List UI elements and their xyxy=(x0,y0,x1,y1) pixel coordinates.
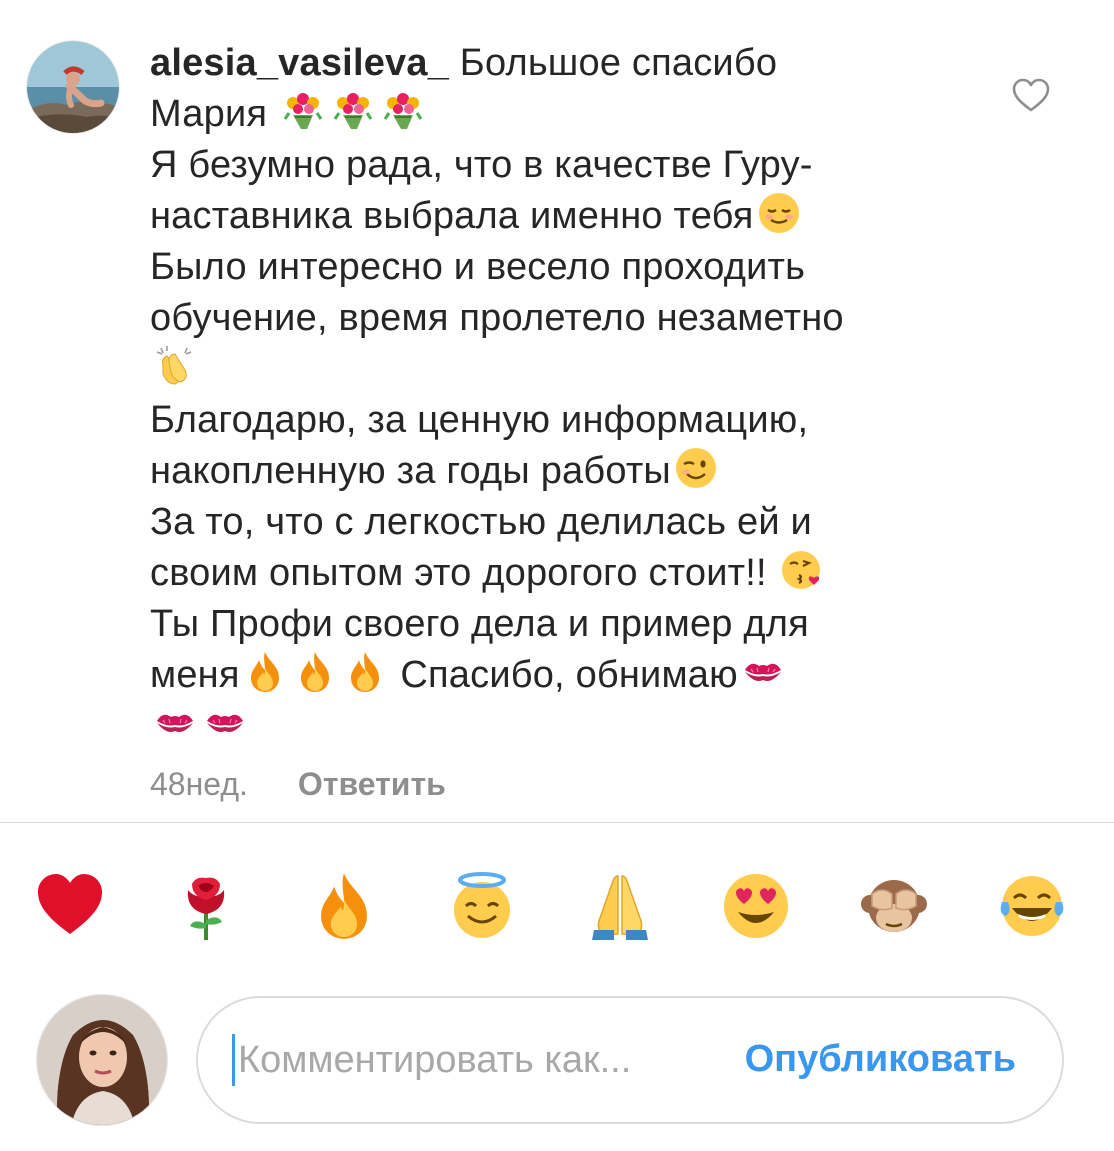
clapping-hands-icon xyxy=(153,344,197,388)
fire-icon xyxy=(293,650,337,694)
comment-meta: 48нед. Ответить xyxy=(150,766,446,803)
comment-line-5: Было интересно и весело проходить xyxy=(150,246,806,288)
comment-line-2: Мария xyxy=(150,89,970,140)
comment-text: alesia_vasileva_ Большое спасибо Мария Я… xyxy=(150,38,970,752)
divider xyxy=(0,822,1114,823)
publish-button[interactable]: Опубликовать xyxy=(745,1038,1016,1081)
quick-reactions-bar xyxy=(0,860,1114,950)
comment-line-7 xyxy=(150,344,970,395)
comment-line-8: Благодарю, за ценную информацию, xyxy=(150,399,809,441)
comment: alesia_vasileva_ Большое спасибо Мария Я… xyxy=(0,0,1114,820)
comment-line-4: наставника выбрала именно тебя xyxy=(150,191,970,242)
kiss-mark-icon xyxy=(203,701,247,745)
user-avatar[interactable] xyxy=(36,994,168,1126)
fire-icon[interactable] xyxy=(306,868,382,944)
comment-input[interactable] xyxy=(238,1034,708,1086)
comment-line-12: Ты Профи своего дела и пример для xyxy=(150,603,809,645)
smiling-face-with-halo-icon[interactable] xyxy=(444,868,520,944)
comment-line-10: За то, что с легкостью делилась ей и xyxy=(150,501,812,543)
kissing-face-with-heart-icon xyxy=(781,548,825,592)
comment-line-14 xyxy=(150,701,970,752)
kiss-mark-icon xyxy=(741,650,785,694)
comment-line-6: обучение, время пролетело незаметно xyxy=(150,297,844,339)
bouquet-icon xyxy=(381,89,425,133)
red-heart-icon[interactable] xyxy=(32,868,108,944)
fire-icon xyxy=(243,650,287,694)
relieved-face-icon xyxy=(757,191,801,235)
see-no-evil-monkey-icon[interactable] xyxy=(856,868,932,944)
heart-outline-icon[interactable] xyxy=(1012,78,1050,112)
reply-button[interactable]: Ответить xyxy=(298,766,446,803)
comment-line-13: меня Спасибо, обнимаю xyxy=(150,650,970,701)
comment-line-3: Я безумно рада, что в качестве Гуру- xyxy=(150,144,813,186)
comment-username[interactable]: alesia_vasileva_ xyxy=(150,42,449,84)
bouquet-icon xyxy=(331,89,375,133)
kiss-mark-icon xyxy=(153,701,197,745)
winking-face-icon xyxy=(674,446,718,490)
fire-icon xyxy=(343,650,387,694)
heart-eyes-face-icon[interactable] xyxy=(718,868,794,944)
folded-hands-icon[interactable] xyxy=(582,868,658,944)
comment-composer: Опубликовать xyxy=(196,996,1064,1124)
text-cursor xyxy=(232,1034,235,1086)
face-with-tears-of-joy-icon[interactable] xyxy=(994,868,1070,944)
rose-icon[interactable] xyxy=(168,868,244,944)
comment-line-9: накопленную за годы работы xyxy=(150,446,970,497)
bouquet-icon xyxy=(281,89,325,133)
comment-line-1: alesia_vasileva_ Большое спасибо xyxy=(150,42,778,84)
comment-timestamp: 48нед. xyxy=(150,766,248,802)
comment-line-11: своим опытом это дорогого стоит!! xyxy=(150,548,970,599)
commenter-avatar[interactable] xyxy=(26,40,120,134)
